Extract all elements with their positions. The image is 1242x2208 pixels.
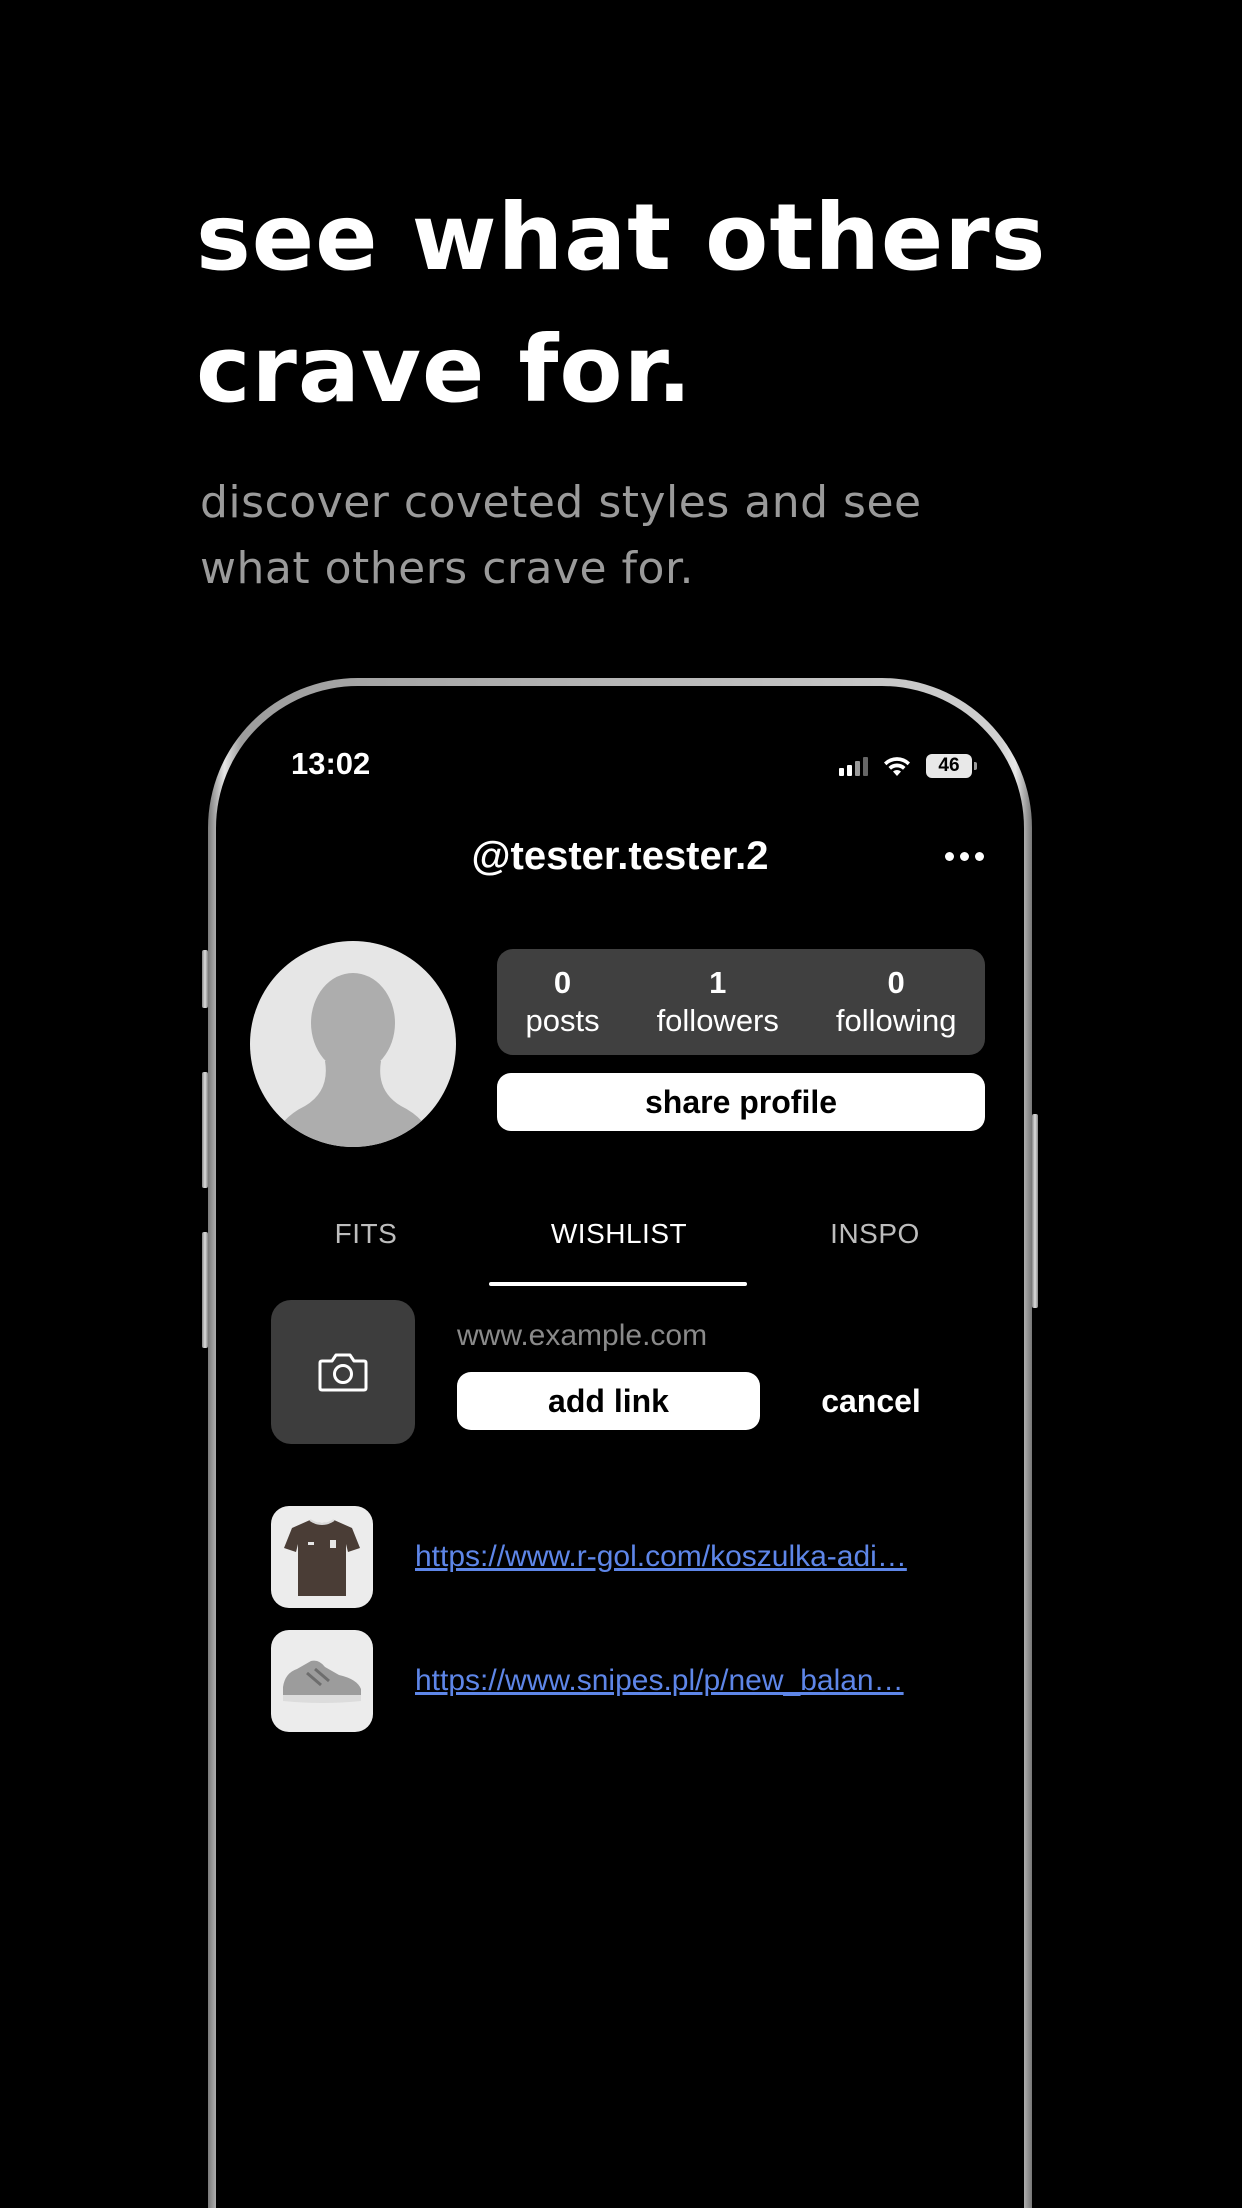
stat-posts-label: posts — [525, 1003, 600, 1038]
wishlist-item-link[interactable]: https://www.snipes.pl/p/new_balan… — [415, 1664, 955, 1698]
more-options-icon[interactable] — [945, 852, 984, 861]
camera-icon — [318, 1353, 368, 1392]
default-avatar-silhouette-icon — [270, 973, 436, 1147]
headline-line-1: see what others — [196, 184, 1047, 291]
profile-handle: @tester.tester.2 — [471, 834, 769, 878]
share-profile-button[interactable]: share profile — [497, 1073, 985, 1131]
stat-followers[interactable]: 1 followers — [657, 964, 779, 1040]
subhead-line-1: discover coveted styles and see — [200, 477, 922, 528]
add-photo-button[interactable] — [271, 1300, 415, 1444]
wifi-icon — [884, 757, 910, 776]
stat-followers-label: followers — [656, 1003, 779, 1038]
cellular-signal-icon — [839, 756, 868, 776]
promo-subhead: discover coveted styles and see what oth… — [200, 470, 1100, 602]
avatar[interactable] — [250, 941, 456, 1147]
tab-fits[interactable]: FITS — [335, 1218, 398, 1250]
cancel-button[interactable]: cancel — [806, 1372, 936, 1430]
wishlist-item[interactable]: https://www.r-gol.com/koszulka-adi… — [271, 1506, 971, 1608]
phone-power-button — [1032, 1114, 1038, 1308]
status-icons: 46 — [839, 754, 977, 778]
sneaker-thumbnail-icon — [271, 1630, 373, 1732]
tab-wishlist[interactable]: WISHLIST — [551, 1218, 687, 1250]
profile-stats: 0 posts 1 followers 0 following — [497, 949, 985, 1055]
tab-inspo[interactable]: INSPO — [830, 1218, 920, 1250]
phone-frame: 13:02 46 @tester.tester.2 0 posts 1 foll… — [208, 678, 1032, 2208]
stat-posts[interactable]: 0 posts — [525, 964, 599, 1040]
stat-posts-value: 0 — [553, 965, 572, 1000]
battery-icon: 46 — [926, 754, 977, 778]
stat-following[interactable]: 0 following — [836, 964, 957, 1040]
headline-line-2: crave for. — [196, 316, 693, 423]
add-link-button[interactable]: add link — [457, 1372, 760, 1430]
promo-headline: see what others crave for. — [196, 172, 1146, 436]
wishlist-item-link[interactable]: https://www.r-gol.com/koszulka-adi… — [415, 1540, 955, 1574]
stat-followers-value: 1 — [709, 965, 727, 1000]
phone-screen: 13:02 46 @tester.tester.2 0 posts 1 foll… — [216, 686, 1024, 2208]
jersey-thumbnail-icon — [271, 1506, 373, 1608]
active-tab-indicator — [489, 1282, 747, 1286]
stat-following-label: following — [835, 1003, 957, 1038]
subhead-line-2: what others crave for. — [200, 543, 694, 594]
promo-screen: see what others crave for. discover cove… — [0, 0, 1242, 2208]
status-time: 13:02 — [291, 746, 371, 781]
link-url-input[interactable] — [457, 1314, 877, 1358]
stat-following-value: 0 — [887, 965, 905, 1000]
profile-tabs: FITS WISHLIST INSPO — [216, 1218, 1024, 1268]
wishlist-item[interactable]: https://www.snipes.pl/p/new_balan… — [271, 1630, 971, 1732]
